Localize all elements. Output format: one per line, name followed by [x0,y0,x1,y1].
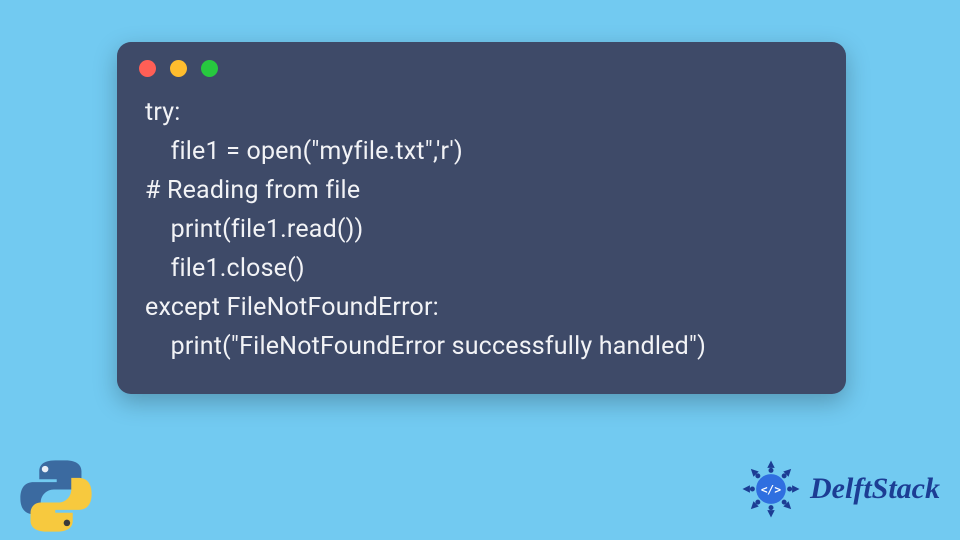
minimize-icon [170,60,187,77]
code-line: try: [145,98,181,127]
delftstack-name: DelftStack [810,472,940,506]
python-logo-icon [16,456,96,536]
code-block: try: file1 = open("myfile.txt",'r') # Re… [117,77,846,366]
delftstack-badge-icon: </> [740,458,802,520]
window-traffic-lights [117,42,846,77]
code-line: print("FileNotFoundError successfully ha… [145,332,706,361]
code-line: # Reading from file [145,176,360,205]
zoom-icon [201,60,218,77]
close-icon [139,60,156,77]
code-line: file1 = open("myfile.txt",'r') [145,137,463,166]
svg-text:</>: </> [761,483,781,496]
code-line: file1.close() [145,254,305,283]
code-window: try: file1 = open("myfile.txt",'r') # Re… [117,42,846,394]
code-line: print(file1.read()) [145,215,363,244]
delftstack-brand: </> DelftStack [740,458,940,520]
code-line: except FileNotFoundError: [145,293,439,322]
slide-canvas: try: file1 = open("myfile.txt",'r') # Re… [0,0,960,540]
